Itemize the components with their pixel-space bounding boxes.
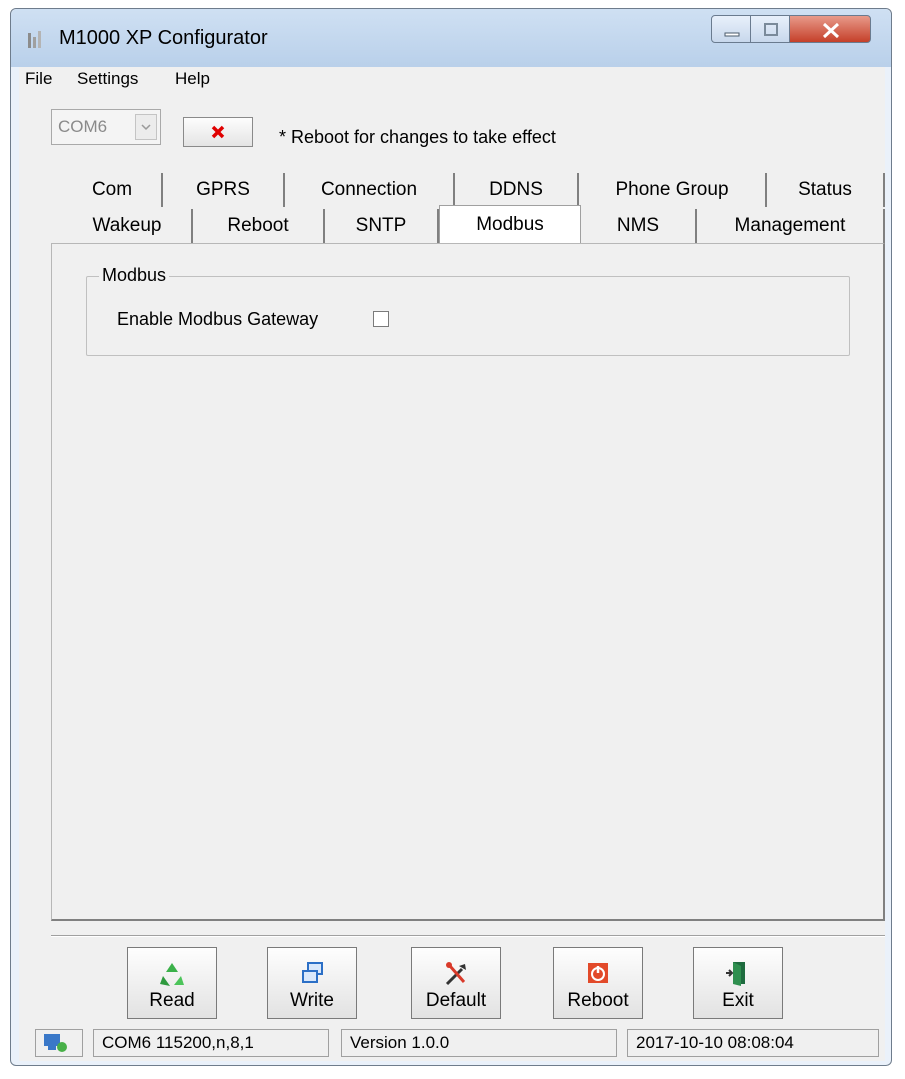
exit-button[interactable]: Exit — [693, 947, 783, 1019]
write-label: Write — [290, 990, 334, 1011]
modbus-group-title: Modbus — [99, 265, 170, 286]
power-icon — [588, 963, 608, 983]
read-label: Read — [149, 990, 195, 1011]
default-label: Default — [425, 990, 487, 1011]
menu-file[interactable]: File — [25, 69, 52, 89]
maximize-icon — [764, 23, 778, 36]
client-area: COM6 * Reboot for changes to take effect… — [19, 93, 885, 1059]
com-port-value: COM6 — [58, 117, 108, 136]
com-port-select[interactable]: COM6 — [51, 109, 161, 145]
status-connection — [35, 1029, 83, 1057]
menu-bar: File Settings Help — [19, 67, 885, 94]
app-window: M1000 XP Configurator File Settings Help… — [10, 8, 892, 1066]
minimize-button[interactable] — [711, 15, 751, 43]
enable-modbus-gateway-checkbox[interactable] — [373, 311, 389, 327]
close-icon — [822, 22, 840, 39]
tab-row-2: Wakeup Reboot SNTP Modbus NMS Management — [63, 205, 885, 243]
tab-connection[interactable]: Connection — [285, 173, 455, 207]
modbus-groupbox: Modbus Enable Modbus Gateway — [86, 265, 850, 356]
reboot-button[interactable]: Reboot — [553, 947, 643, 1019]
status-bar: COM6 115200,n,8,1 Version 1.0.0 2017-10-… — [19, 1025, 885, 1061]
default-button[interactable]: Default — [411, 947, 501, 1019]
exit-label: Exit — [722, 990, 754, 1011]
app-icon — [28, 31, 41, 48]
write-button[interactable]: Write — [267, 947, 357, 1019]
window-title: M1000 XP Configurator — [59, 27, 268, 49]
tab-wakeup[interactable]: Wakeup — [63, 209, 193, 243]
menu-help[interactable]: Help — [175, 69, 210, 89]
tab-reboot[interactable]: Reboot — [193, 209, 325, 243]
reboot-notice: * Reboot for changes to take effect — [279, 127, 556, 147]
tab-row-1: Com GPRS Connection DDNS Phone Group Sta… — [63, 173, 885, 207]
minimize-icon — [724, 32, 740, 37]
status-datetime: 2017-10-10 08:08:04 — [627, 1029, 879, 1057]
tab-management[interactable]: Management — [697, 209, 885, 243]
tab-gprs[interactable]: GPRS — [163, 173, 285, 207]
maximize-button[interactable] — [750, 15, 790, 43]
chevron-down-icon[interactable] — [135, 114, 157, 140]
close-button[interactable] — [789, 15, 871, 43]
tools-icon — [445, 962, 466, 986]
reboot-label: Reboot — [567, 990, 629, 1011]
close-icon — [211, 125, 225, 139]
title-bar[interactable]: M1000 XP Configurator — [11, 9, 891, 67]
status-version: Version 1.0.0 — [341, 1029, 617, 1057]
status-port-info: COM6 115200,n,8,1 — [93, 1029, 329, 1057]
tab-modbus[interactable]: Modbus — [439, 205, 581, 243]
tab-sntp[interactable]: SNTP — [325, 209, 439, 243]
modbus-tab-page: Modbus Enable Modbus Gateway — [51, 243, 885, 921]
disconnect-button[interactable] — [183, 117, 253, 147]
tab-nms[interactable]: NMS — [581, 209, 697, 243]
toolbar-divider — [51, 935, 885, 937]
menu-settings[interactable]: Settings — [77, 69, 138, 89]
tab-com[interactable]: Com — [63, 173, 163, 207]
windows-icon — [302, 962, 323, 983]
read-button[interactable]: Read — [127, 947, 217, 1019]
tab-phone-group[interactable]: Phone Group — [579, 173, 767, 207]
tab-ddns[interactable]: DDNS — [455, 173, 579, 207]
exit-door-icon — [726, 962, 745, 986]
enable-modbus-gateway-label: Enable Modbus Gateway — [117, 309, 319, 329]
network-connection-icon — [44, 1034, 67, 1052]
tab-status[interactable]: Status — [767, 173, 885, 207]
recycle-icon — [160, 963, 184, 986]
